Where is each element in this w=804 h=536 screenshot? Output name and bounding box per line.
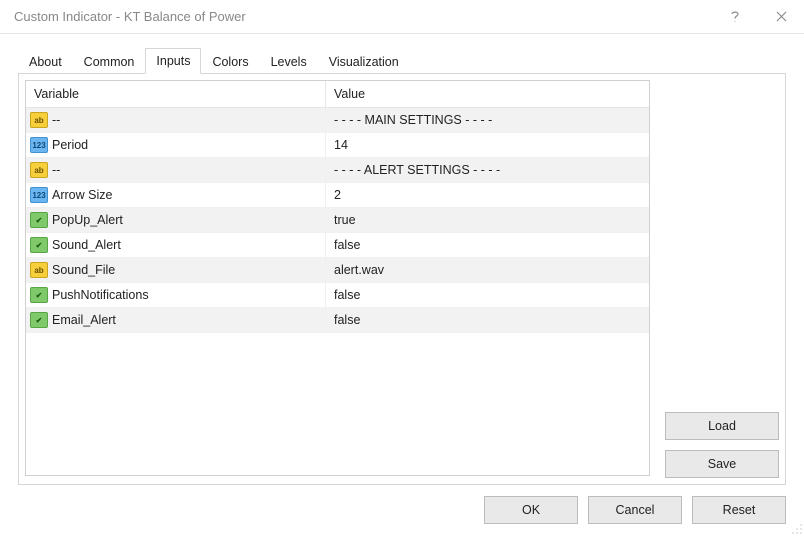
close-button[interactable] bbox=[758, 0, 804, 34]
save-button[interactable]: Save bbox=[665, 450, 779, 478]
value-cell[interactable]: 14 bbox=[326, 138, 649, 152]
side-buttons: Load Save bbox=[665, 412, 779, 478]
variable-cell: ✔ Email_Alert bbox=[26, 308, 326, 332]
value-cell[interactable]: false bbox=[326, 238, 649, 252]
button-label: Load bbox=[708, 419, 736, 433]
variable-cell: ab -- bbox=[26, 108, 326, 132]
value-cell[interactable]: - - - - MAIN SETTINGS - - - - bbox=[326, 113, 649, 127]
variable-cell: ✔ PushNotifications bbox=[26, 283, 326, 307]
integer-type-icon: 123 bbox=[30, 137, 48, 153]
table-row[interactable]: ab -- - - - - MAIN SETTINGS - - - - bbox=[26, 108, 649, 133]
tab-visualization[interactable]: Visualization bbox=[318, 49, 410, 74]
variable-name: Period bbox=[52, 138, 88, 152]
grid-rows: ab -- - - - - MAIN SETTINGS - - - - 123 Peri… bbox=[26, 108, 649, 333]
load-button[interactable]: Load bbox=[665, 412, 779, 440]
variable-cell: ab -- bbox=[26, 158, 326, 182]
inputs-panel: Variable Value ab -- - - - - MAIN SETTINGS… bbox=[18, 73, 786, 485]
boolean-type-icon: ✔ bbox=[30, 237, 48, 253]
tab-label: About bbox=[29, 55, 62, 69]
table-row[interactable]: ✔ Email_Alert false bbox=[26, 308, 649, 333]
variable-name: Email_Alert bbox=[52, 313, 116, 327]
tab-inputs[interactable]: Inputs bbox=[145, 48, 201, 74]
table-row[interactable]: 123 Arrow Size 2 bbox=[26, 183, 649, 208]
button-label: Cancel bbox=[616, 503, 655, 517]
table-row[interactable]: ab Sound_File alert.wav bbox=[26, 258, 649, 283]
string-type-icon: ab bbox=[30, 162, 48, 178]
tab-label: Levels bbox=[271, 55, 307, 69]
variable-name: Sound_Alert bbox=[52, 238, 121, 252]
dialog-body: About Common Inputs Colors Levels Visual… bbox=[0, 34, 804, 497]
table-row[interactable]: 123 Period 14 bbox=[26, 133, 649, 158]
button-label: Save bbox=[708, 457, 737, 471]
resize-grip-icon[interactable] bbox=[791, 523, 803, 535]
value-cell[interactable]: true bbox=[326, 213, 649, 227]
value-cell[interactable]: alert.wav bbox=[326, 263, 649, 277]
variable-cell: 123 Period bbox=[26, 133, 326, 157]
tab-label: Visualization bbox=[329, 55, 399, 69]
inputs-grid[interactable]: Variable Value ab -- - - - - MAIN SETTINGS… bbox=[25, 80, 650, 476]
tab-about[interactable]: About bbox=[18, 49, 73, 74]
integer-type-icon: 123 bbox=[30, 187, 48, 203]
tab-label: Colors bbox=[212, 55, 248, 69]
reset-button[interactable]: Reset bbox=[692, 496, 786, 524]
tab-label: Common bbox=[84, 55, 135, 69]
variable-cell: ✔ PopUp_Alert bbox=[26, 208, 326, 232]
string-type-icon: ab bbox=[30, 262, 48, 278]
title-bar: Custom Indicator - KT Balance of Power bbox=[0, 0, 804, 34]
value-cell[interactable]: - - - - ALERT SETTINGS - - - - bbox=[326, 163, 649, 177]
variable-cell: ab Sound_File bbox=[26, 258, 326, 282]
boolean-type-icon: ✔ bbox=[30, 287, 48, 303]
dialog-buttons: OK Cancel Reset bbox=[484, 496, 786, 524]
value-cell[interactable]: 2 bbox=[326, 188, 649, 202]
string-type-icon: ab bbox=[30, 112, 48, 128]
ok-button[interactable]: OK bbox=[484, 496, 578, 524]
grid-header: Variable Value bbox=[26, 81, 649, 108]
variable-name: Sound_File bbox=[52, 263, 115, 277]
boolean-type-icon: ✔ bbox=[30, 212, 48, 228]
variable-cell: 123 Arrow Size bbox=[26, 183, 326, 207]
button-label: Reset bbox=[723, 503, 756, 517]
cancel-button[interactable]: Cancel bbox=[588, 496, 682, 524]
variable-name: -- bbox=[52, 113, 60, 127]
value-cell[interactable]: false bbox=[326, 313, 649, 327]
variable-name: Arrow Size bbox=[52, 188, 112, 202]
tab-common[interactable]: Common bbox=[73, 49, 146, 74]
variable-name: -- bbox=[52, 163, 60, 177]
variable-cell: ✔ Sound_Alert bbox=[26, 233, 326, 257]
button-label: OK bbox=[522, 503, 540, 517]
help-button[interactable] bbox=[712, 0, 758, 34]
value-cell[interactable]: false bbox=[326, 288, 649, 302]
table-row[interactable]: ✔ PushNotifications false bbox=[26, 283, 649, 308]
tab-label: Inputs bbox=[156, 54, 190, 68]
table-row[interactable]: ✔ Sound_Alert false bbox=[26, 233, 649, 258]
variable-name: PopUp_Alert bbox=[52, 213, 123, 227]
tab-levels[interactable]: Levels bbox=[260, 49, 318, 74]
column-header-value[interactable]: Value bbox=[326, 81, 649, 107]
boolean-type-icon: ✔ bbox=[30, 312, 48, 328]
tab-colors[interactable]: Colors bbox=[201, 49, 259, 74]
variable-name: PushNotifications bbox=[52, 288, 149, 302]
tab-strip: About Common Inputs Colors Levels Visual… bbox=[18, 48, 786, 74]
table-row[interactable]: ab -- - - - - ALERT SETTINGS - - - - bbox=[26, 158, 649, 183]
column-header-variable[interactable]: Variable bbox=[26, 81, 326, 107]
window-title: Custom Indicator - KT Balance of Power bbox=[14, 9, 712, 24]
table-row[interactable]: ✔ PopUp_Alert true bbox=[26, 208, 649, 233]
